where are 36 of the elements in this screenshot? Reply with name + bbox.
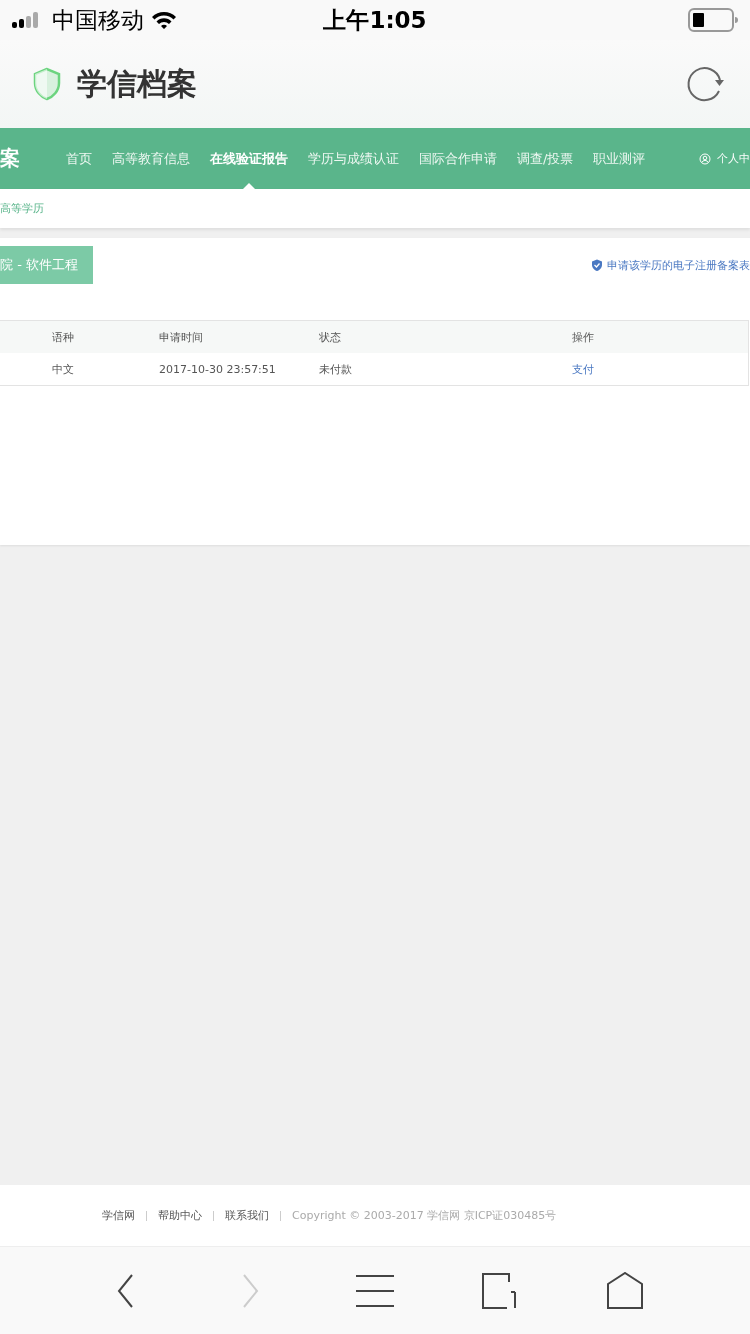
breadcrumb-link[interactable]: 高等学历 (0, 201, 44, 216)
nav-tab[interactable]: 首页 (56, 128, 102, 189)
copyright-text: Copyright © 2003-2017 学信网 京ICP证030485号 (292, 1208, 557, 1223)
nav-tab[interactable]: 职业测评 (583, 128, 656, 189)
column-header: 状态 (319, 329, 342, 345)
shield-icon (33, 67, 61, 101)
nav-tab[interactable]: 国际合作申请 (409, 128, 507, 189)
menu-icon[interactable] (356, 1272, 394, 1309)
clock-time: 上午1:05 (323, 5, 427, 35)
table-cell-text: 2017-10-30 23:57:51 (159, 362, 277, 376)
major-tab[interactable]: 院 - 软件工程 (0, 246, 93, 284)
user-center-link[interactable]: 个人中 (691, 151, 750, 166)
nav-tab[interactable]: 学历与成绩认证 (298, 128, 409, 189)
pay-link[interactable]: 支付 (572, 362, 594, 376)
refresh-icon[interactable] (686, 64, 726, 104)
carrier-name: 中国移动 (52, 5, 144, 35)
nav-tab[interactable]: 在线验证报告 (200, 128, 298, 189)
register-form-link[interactable]: 申请该学历的电子注册备案表 (591, 257, 750, 273)
user-icon (699, 152, 711, 165)
app-title: 学信档案 (77, 64, 197, 103)
table-cell-text: 未付款 (319, 361, 353, 377)
home-icon[interactable] (607, 1272, 644, 1309)
footer-link[interactable]: 学信网 (102, 1208, 135, 1223)
nav-tab[interactable]: 调查/投票 (507, 128, 584, 189)
tabs-icon[interactable] (482, 1271, 519, 1310)
battery-icon (688, 8, 738, 32)
site-logo-text: 案 (0, 145, 20, 172)
table-cell-text: 中文 (52, 361, 75, 377)
nav-tab[interactable]: 高等教育信息 (102, 128, 200, 189)
footer-link[interactable]: 帮助中心 (158, 1208, 202, 1223)
wifi-icon (150, 10, 178, 30)
column-header: 申请时间 (159, 329, 204, 345)
shield-check-icon (591, 259, 603, 271)
footer-link[interactable]: 联系我们 (225, 1208, 269, 1223)
column-header: 语种 (52, 329, 75, 345)
column-header: 操作 (572, 329, 594, 345)
